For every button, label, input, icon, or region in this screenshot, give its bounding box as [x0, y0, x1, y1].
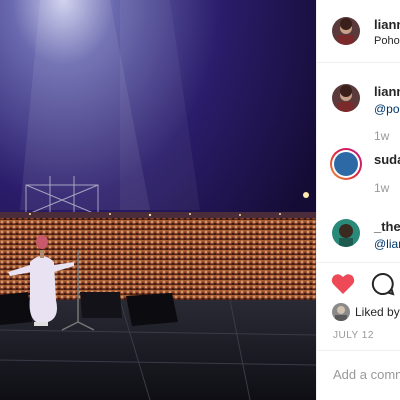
comment-mention-link[interactable]: @pohoda	[374, 102, 400, 116]
post-side-panel: lianne Pohoda lianne @pohoda 1w suda 1w	[316, 0, 400, 400]
avatar-image	[332, 17, 360, 45]
comment-time[interactable]: 1w	[374, 181, 389, 195]
heart-icon[interactable]	[331, 273, 355, 295]
avatar-image	[332, 219, 360, 247]
post-header: lianne Pohoda	[317, 0, 400, 63]
post-photo[interactable]	[0, 0, 316, 400]
add-comment-input[interactable]: Add a comment…	[333, 367, 400, 382]
avatar[interactable]	[332, 219, 360, 247]
avatar[interactable]	[332, 84, 360, 112]
post-location[interactable]: Pohoda	[374, 35, 400, 47]
comment-username[interactable]: suda	[374, 152, 400, 167]
liker-avatar[interactable]	[332, 303, 350, 321]
comment-username[interactable]: lianne	[374, 84, 400, 99]
story-ring-avatar[interactable]	[330, 148, 362, 180]
liked-by-text[interactable]: Liked by	[355, 305, 400, 319]
concert-stage-image	[0, 0, 316, 400]
comment-time[interactable]: 1w	[374, 129, 389, 143]
post-date[interactable]: JULY 12	[333, 330, 374, 341]
avatar-image	[332, 303, 350, 321]
comment-username[interactable]: _the	[374, 219, 400, 234]
avatar[interactable]	[332, 17, 360, 45]
post-username[interactable]: lianne	[374, 17, 400, 32]
add-comment-bar: Add a comment…	[317, 350, 400, 400]
comment-mention-link[interactable]: @lian	[374, 237, 400, 251]
comment-icon[interactable]	[371, 272, 395, 296]
avatar-image	[332, 84, 360, 112]
avatar-image	[334, 152, 358, 176]
